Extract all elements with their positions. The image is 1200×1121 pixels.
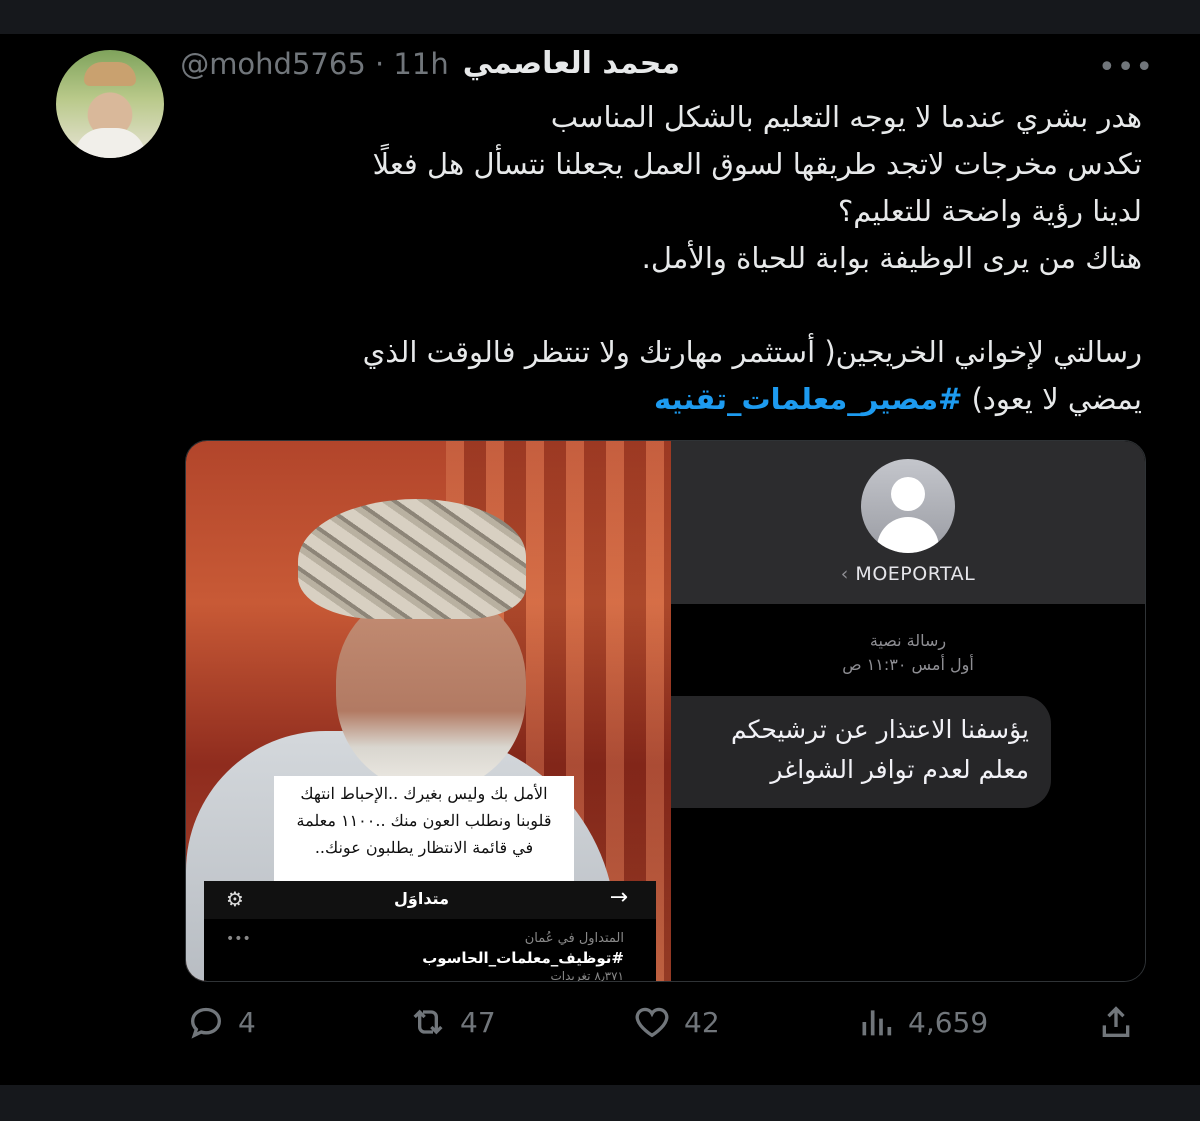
photo-caption: الأمل بك وليس بغيرك ..الإحباط انتهك قلوب…: [274, 776, 574, 888]
tweet-line: رسالتي لإخواني الخريجين( أستثمر مهارتك و…: [362, 335, 1142, 369]
trend-panel: ⚙ متداوَل → ••• المتداول في عُمان #توظيف…: [204, 881, 656, 981]
author-name[interactable]: محمد العاصمي: [463, 46, 680, 81]
tweet-line: هناك من يرى الوظيفة بوابة للحياة والأمل.: [641, 241, 1142, 275]
views-count: 4,659: [908, 1005, 989, 1039]
trend-bar-title: متداوَل: [394, 889, 449, 908]
retweet-button[interactable]: 47: [408, 1002, 496, 1042]
share-icon: [1102, 1006, 1130, 1037]
avatar[interactable]: [56, 50, 164, 158]
arrow-right-icon: →: [609, 885, 628, 910]
retweet-icon: [413, 1009, 443, 1035]
sms-bubble: يؤسفنا الاعتذار عن ترشيحكم معلم لعدم توا…: [671, 696, 1051, 808]
sms-contact: MOEPORTAL: [855, 563, 976, 585]
sms-screenshot[interactable]: ‹ MOEPORTAL رسالة نصية أول أمس ١١:٣٠ ص ي…: [671, 441, 1145, 981]
tweet-line: لدينا رؤية واضحة للتعليم؟: [837, 194, 1142, 228]
like-count: 42: [684, 1005, 720, 1039]
tweet-header: محمد العاصمي @mohd5765 · 11h: [180, 46, 680, 81]
author-handle-time[interactable]: @mohd5765 · 11h: [180, 47, 449, 81]
sms-meta: رسالة نصية أول أمس ١١:٣٠ ص: [671, 629, 1145, 677]
contact-avatar-icon: [861, 459, 955, 553]
retweet-count: 47: [460, 1005, 496, 1039]
tweet-text: هدر بشري عندما لا يوجه التعليم بالشكل ال…: [242, 94, 1142, 423]
hashtag-link[interactable]: #مصير_معلمات_تقنيه: [654, 382, 962, 416]
top-bar: [0, 0, 1200, 34]
ellipsis-icon[interactable]: •••: [1098, 50, 1154, 85]
tweet-media[interactable]: الأمل بك وليس بغيرك ..الإحباط انتهك قلوب…: [185, 440, 1146, 982]
chevron-left-icon: ‹: [840, 563, 849, 585]
trend-location: المتداول في عُمان: [524, 931, 624, 946]
reply-button[interactable]: 4: [186, 1002, 256, 1042]
like-button[interactable]: 42: [632, 1002, 720, 1042]
sms-time: أول أمس ١١:٣٠ ص: [842, 655, 974, 674]
photo[interactable]: الأمل بك وليس بغيرك ..الإحباط انتهك قلوب…: [186, 441, 671, 981]
share-button[interactable]: [1096, 1002, 1136, 1042]
trend-count: ٨٫٣٧١ تغريدات: [550, 969, 624, 981]
reply-count: 4: [238, 1005, 256, 1039]
tweet-line: تكدس مخرجات لاتجد طريقها لسوق العمل يجعل…: [372, 147, 1142, 181]
views-button[interactable]: 4,659: [856, 1002, 988, 1042]
reply-icon: [190, 1007, 222, 1039]
heart-icon: [635, 1007, 669, 1038]
sms-type: رسالة نصية: [869, 631, 947, 650]
tweet-line: يمضي لا يعود) #مصير_معلمات_تقنيه: [242, 376, 1142, 423]
tweet-actions: 4 47 42 4,659: [0, 1002, 1200, 1052]
tweet-message-end: يمضي لا يعود): [971, 382, 1142, 416]
trend-tag: #توظيف_معلمات_الحاسوب: [422, 949, 624, 967]
gear-icon: ⚙: [226, 887, 244, 911]
ellipsis-icon: •••: [226, 931, 251, 947]
tweet-line: هدر بشري عندما لا يوجه التعليم بالشكل ال…: [550, 100, 1142, 134]
bottom-bar: [0, 1085, 1200, 1121]
contact-name: ‹ MOEPORTAL: [671, 563, 1145, 585]
views-icon: [862, 1010, 892, 1036]
